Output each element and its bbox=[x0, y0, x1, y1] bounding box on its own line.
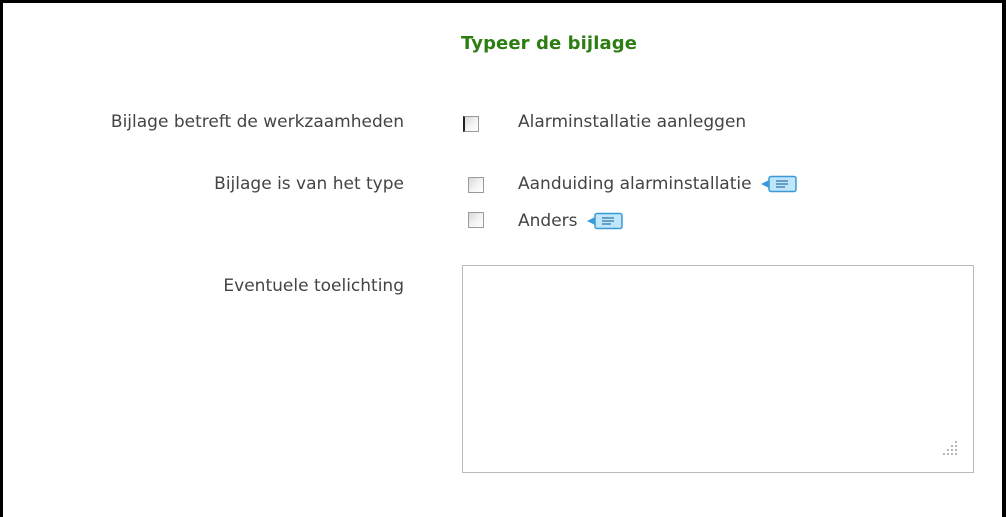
resize-grip-icon[interactable] bbox=[935, 435, 963, 463]
info-tooltip-icon[interactable] bbox=[760, 175, 798, 193]
type-label: Bijlage is van het type bbox=[214, 174, 404, 194]
form-title: Typeer de bijlage bbox=[461, 33, 638, 54]
work-option-label: Alarminstallatie aanleggen bbox=[518, 112, 747, 132]
info-tooltip-icon[interactable] bbox=[586, 212, 624, 230]
work-checkbox[interactable] bbox=[463, 116, 479, 132]
work-label: Bijlage betreft de werkzaamheden bbox=[110, 112, 404, 132]
notes-label: Eventuele toelichting bbox=[223, 276, 404, 296]
type-option-row: Aanduiding alarminstallatie bbox=[518, 174, 798, 194]
type-option-label: Anders bbox=[518, 211, 578, 231]
type-option-checkbox[interactable] bbox=[468, 177, 484, 193]
type-option-label: Aanduiding alarminstallatie bbox=[518, 174, 752, 194]
type-option-checkbox[interactable] bbox=[468, 212, 484, 228]
type-option-row: Anders bbox=[518, 211, 624, 231]
notes-textarea[interactable] bbox=[462, 265, 974, 473]
